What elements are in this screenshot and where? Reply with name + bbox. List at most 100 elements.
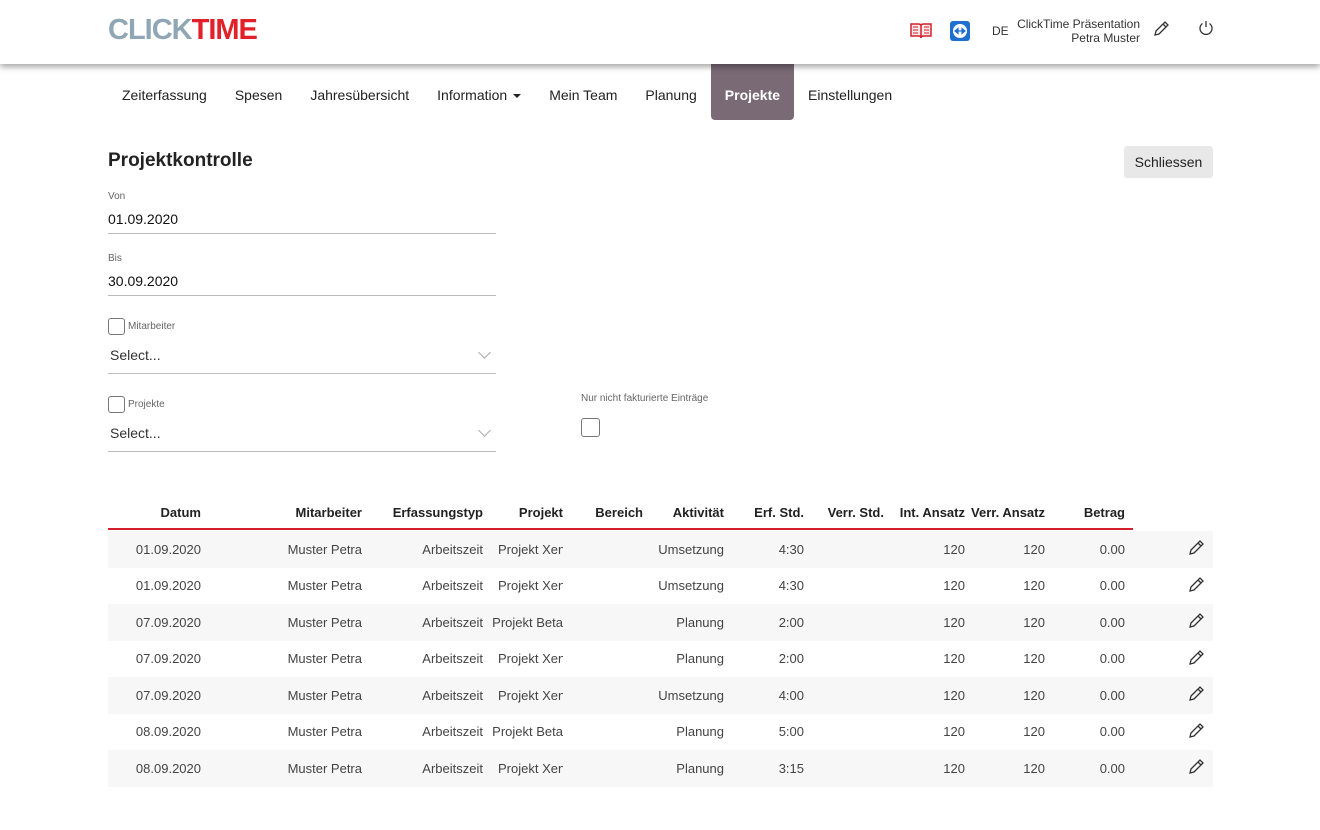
table-cell: Muster Petra: [287, 651, 362, 667]
table-row[interactable]: 01.09.2020 Muster Petra Arbeitszeit Projekt…: [108, 568, 1213, 605]
nav-spesen[interactable]: Spesen: [221, 64, 296, 120]
table-cell: 07.09.2020: [135, 687, 201, 703]
nav-jahresuebersicht[interactable]: Jahresübersicht: [296, 64, 423, 120]
table-cell: 120: [1023, 541, 1045, 557]
table-cell: 120: [943, 541, 965, 557]
edit-entry-icon[interactable]: [1125, 758, 1213, 778]
table-cell: Planung: [676, 760, 724, 776]
table-row[interactable]: 07.09.2020 Muster Petra Arbeitszeit Projekt…: [108, 641, 1213, 678]
table-cell: Arbeitszeit: [422, 760, 483, 776]
caret-down-icon: [513, 94, 522, 99]
table-cell: 08.09.2020: [135, 724, 201, 740]
entries-table: Datum Mitarbeiter Erfassungstyp Projekt Bere…: [108, 505, 1213, 787]
column-header[interactable]: Int. Ansatz: [884, 505, 965, 520]
column-header[interactable]: Projekt: [483, 505, 563, 520]
table-cell: 08.09.2020: [135, 760, 201, 776]
mitarbeiter-select[interactable]: Select...: [108, 346, 496, 373]
table-cell: 5:00: [778, 724, 804, 740]
mitarbeiter-field: Mitarbeiter Select...: [108, 318, 496, 374]
column-header[interactable]: Datum: [108, 505, 201, 520]
table-cell: Muster Petra: [287, 578, 362, 594]
table-cell: 0.00: [1099, 651, 1125, 667]
table-row[interactable]: 01.09.2020 Muster Petra Arbeitszeit Projekt…: [108, 531, 1213, 568]
table-cell: 0.00: [1099, 687, 1125, 703]
nav-information[interactable]: Information: [423, 64, 535, 120]
company-name: ClickTime Präsentation: [1017, 17, 1140, 31]
table-cell: Projekt Beta: [492, 614, 563, 630]
teamviewer-icon[interactable]: [950, 21, 970, 41]
table-cell: 120: [943, 687, 965, 703]
nav-einstellungen[interactable]: Einstellungen: [794, 64, 906, 120]
nav-mein-team[interactable]: Mein Team: [535, 64, 631, 120]
table-header: Datum Mitarbeiter Erfassungstyp Projekt Bere…: [108, 505, 1213, 530]
table-cell: Umsetzung: [658, 687, 724, 703]
edit-entry-icon[interactable]: [1125, 722, 1213, 742]
column-header[interactable]: Verr. Std.: [804, 505, 884, 520]
projekte-checkbox[interactable]: [108, 396, 125, 413]
table-body: 01.09.2020 Muster Petra Arbeitszeit Projekt…: [108, 531, 1213, 787]
table-row[interactable]: 08.09.2020 Muster Petra Arbeitszeit Projekt…: [108, 750, 1213, 787]
table-cell: 120: [943, 724, 965, 740]
projekte-select-value: Select...: [110, 425, 161, 441]
edit-profile-icon[interactable]: [1153, 20, 1170, 37]
column-header[interactable]: Erf. Std.: [724, 505, 804, 520]
user-info: ClickTime Präsentation Petra Muster: [1017, 17, 1140, 45]
von-input[interactable]: 01.09.2020: [108, 211, 496, 233]
logout-power-icon[interactable]: [1197, 19, 1215, 37]
edit-entry-icon[interactable]: [1125, 685, 1213, 705]
table-cell: 07.09.2020: [135, 614, 201, 630]
nav-planung[interactable]: Planung: [631, 64, 710, 120]
close-button[interactable]: Schliessen: [1124, 146, 1213, 178]
column-header[interactable]: Bereich: [563, 505, 643, 520]
manual-book-icon[interactable]: [910, 22, 932, 39]
edit-entry-icon[interactable]: [1125, 612, 1213, 632]
nav-projekte[interactable]: Projekte: [710, 64, 795, 120]
table-cell: Projekt Xen...: [498, 578, 563, 594]
bis-field[interactable]: Bis 30.09.2020: [108, 253, 496, 296]
nav-zeiterfassung[interactable]: Zeiterfassung: [108, 64, 221, 120]
table-cell: 120: [1023, 724, 1045, 740]
main-nav: Zeiterfassung Spesen Jahresübersicht Inf…: [108, 64, 906, 120]
table-cell: 2:00: [778, 651, 804, 667]
table-cell: 120: [943, 578, 965, 594]
mitarbeiter-checkbox[interactable]: [108, 318, 125, 335]
table-cell: 120: [1023, 687, 1045, 703]
projekte-select[interactable]: Select...: [108, 424, 496, 451]
table-cell: 0.00: [1099, 578, 1125, 594]
table-cell: Planung: [676, 614, 724, 630]
column-header[interactable]: Mitarbeiter: [201, 505, 362, 520]
unbilled-checkbox[interactable]: [581, 418, 600, 437]
bis-input[interactable]: 30.09.2020: [108, 273, 496, 295]
unbilled-filter: Nur nicht fakturierte Einträge: [581, 393, 708, 442]
language-selector[interactable]: DE: [992, 24, 1009, 38]
table-cell: 4:00: [778, 687, 804, 703]
mitarbeiter-label: Mitarbeiter: [128, 321, 176, 332]
edit-entry-icon[interactable]: [1125, 539, 1213, 559]
chevron-down-icon: [478, 346, 491, 359]
table-cell: Muster Petra: [287, 760, 362, 776]
nav-information-label: Information: [437, 87, 508, 103]
mitarbeiter-select-value: Select...: [110, 347, 161, 363]
table-cell: 120: [943, 760, 965, 776]
column-header[interactable]: Aktivität: [643, 505, 724, 520]
table-row[interactable]: 07.09.2020 Muster Petra Arbeitszeit Projekt…: [108, 677, 1213, 714]
von-field[interactable]: Von 01.09.2020: [108, 191, 496, 234]
table-cell: 4:30: [778, 578, 804, 594]
table-cell: Projekt Xen...: [498, 541, 563, 557]
table-cell: 120: [1023, 614, 1045, 630]
column-header[interactable]: Betrag: [1045, 505, 1125, 520]
table-cell: Umsetzung: [658, 541, 724, 557]
edit-entry-icon[interactable]: [1125, 576, 1213, 596]
edit-entry-icon[interactable]: [1125, 649, 1213, 669]
table-cell: 4:30: [778, 541, 804, 557]
column-header[interactable]: Verr. Ansatz: [965, 505, 1045, 520]
column-header[interactable]: Erfassungstyp: [362, 505, 483, 520]
table-row[interactable]: 07.09.2020 Muster Petra Arbeitszeit Projekt…: [108, 604, 1213, 641]
bis-label: Bis: [108, 253, 122, 264]
table-row[interactable]: 08.09.2020 Muster Petra Arbeitszeit Projekt…: [108, 714, 1213, 751]
table-cell: Muster Petra: [287, 687, 362, 703]
table-cell: 01.09.2020: [135, 541, 201, 557]
clicktime-logo[interactable]: CLICKTIME: [108, 14, 258, 47]
user-name: Petra Muster: [1071, 31, 1140, 45]
table-cell: 3:15: [778, 760, 804, 776]
